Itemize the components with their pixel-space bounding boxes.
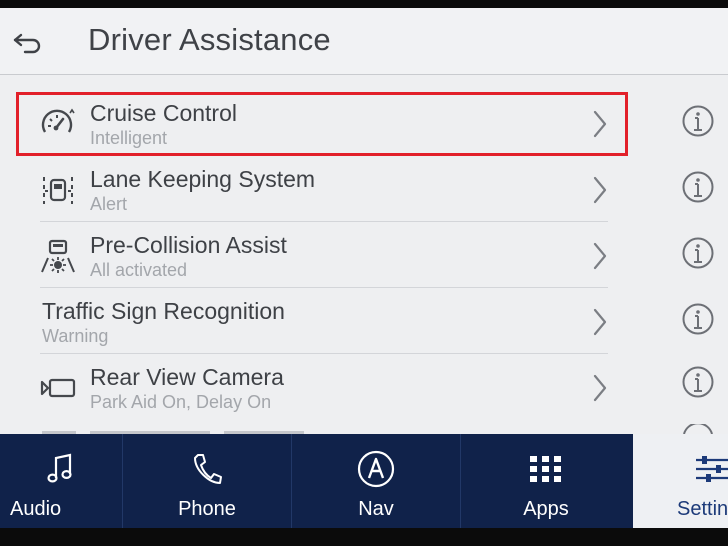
- chevron-right-icon: [593, 176, 607, 204]
- apps-grid-icon: [526, 450, 566, 488]
- list-item-rear-view-camera[interactable]: Rear View Camera Park Aid On, Delay On: [16, 356, 628, 420]
- lane-keeping-icon: [38, 172, 78, 208]
- settings-list: Cruise Control Intelligent Lane Keeping …: [0, 82, 728, 442]
- tab-label: Apps: [523, 498, 569, 520]
- tab-apps[interactable]: Apps: [461, 434, 631, 528]
- row-title: Traffic Sign Recognition: [42, 298, 285, 324]
- music-note-icon: [41, 450, 81, 488]
- tab-nav[interactable]: Nav: [292, 434, 460, 528]
- info-icon[interactable]: [681, 104, 715, 138]
- row-subtitle: Alert: [90, 194, 128, 214]
- settings-sliders-icon: [692, 450, 728, 488]
- pre-collision-icon: [38, 238, 78, 274]
- divider: [40, 353, 608, 354]
- back-button[interactable]: [6, 22, 50, 62]
- page-title: Driver Assistance: [88, 22, 331, 57]
- info-icon[interactable]: [681, 302, 715, 336]
- row-subtitle: Park Aid On, Delay On: [90, 392, 272, 412]
- back-arrow-icon: [13, 33, 41, 54]
- row-title: Pre-Collision Assist: [90, 232, 287, 258]
- list-item-cruise-control[interactable]: Cruise Control Intelligent: [16, 92, 628, 156]
- list-item-lane-keeping[interactable]: Lane Keeping System Alert: [16, 158, 628, 222]
- speedometer-icon: [38, 106, 78, 142]
- header: Driver Assistance: [0, 8, 728, 75]
- row-subtitle: All activated: [90, 260, 188, 280]
- row-title: Rear View Camera: [90, 364, 284, 390]
- info-icon[interactable]: [681, 170, 715, 204]
- row-title: Cruise Control: [90, 100, 237, 126]
- phone-icon: [187, 450, 227, 488]
- navigation-icon: [356, 450, 396, 488]
- tab-settings[interactable]: Settin: [633, 434, 728, 528]
- chevron-right-icon: [593, 242, 607, 270]
- row-subtitle: Warning: [42, 326, 109, 346]
- row-title: Lane Keeping System: [90, 166, 316, 192]
- row-subtitle: Intelligent: [90, 128, 168, 148]
- settings-screen: Driver Assistance Cruise Control Intelli…: [0, 8, 728, 528]
- list-item-traffic-sign[interactable]: Traffic Sign Recognition Warning: [16, 290, 628, 354]
- chevron-right-icon: [593, 308, 607, 336]
- list-item-pre-collision[interactable]: Pre-Collision Assist All activated: [16, 224, 628, 288]
- chevron-right-icon: [593, 110, 607, 138]
- tab-audio[interactable]: Audio: [0, 434, 122, 528]
- tab-phone[interactable]: Phone: [123, 434, 291, 528]
- tab-label: Settin: [677, 498, 728, 520]
- info-icon[interactable]: [681, 365, 715, 399]
- tab-label: Nav: [358, 498, 394, 520]
- bottom-nav-bar: Audio Phone Nav Apps Settin: [0, 434, 728, 528]
- divider: [40, 287, 608, 288]
- divider: [40, 155, 608, 156]
- chevron-right-icon: [593, 374, 607, 402]
- tab-label: Phone: [178, 498, 236, 520]
- rear-camera-icon: [38, 370, 78, 406]
- info-icon[interactable]: [681, 236, 715, 270]
- tab-label: Audio: [10, 498, 62, 520]
- divider: [40, 221, 608, 222]
